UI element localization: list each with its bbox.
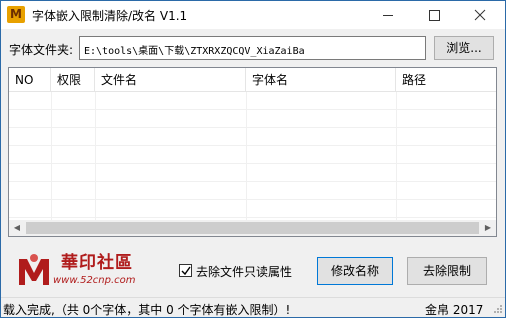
resize-grip-icon[interactable] <box>493 304 503 314</box>
folder-label: 字体文件夹: <box>9 43 74 57</box>
logo-name: 華印社區 <box>61 253 133 273</box>
column-header-fontname[interactable]: 字体名 <box>246 68 396 92</box>
column-header-no[interactable]: NO <box>9 68 51 92</box>
close-icon <box>474 9 486 21</box>
logo-url: www.52cnp.com <box>53 275 136 286</box>
clear-restriction-button[interactable]: 去除限制 <box>407 257 487 285</box>
minimize-button[interactable] <box>365 1 411 29</box>
browse-button[interactable]: 浏览... <box>434 36 494 60</box>
column-header-path[interactable]: 路径 <box>396 68 496 92</box>
window-title: 字体嵌入限制清除/改名 V1.1 <box>32 9 188 23</box>
column-header-permission[interactable]: 权限 <box>51 68 95 92</box>
app-logo-icon: M <box>7 6 25 23</box>
main-window: M 字体嵌入限制清除/改名 V1.1 字体文件夹: E:\tools\桌面\下载… <box>0 0 506 318</box>
column-header-filename[interactable]: 文件名 <box>95 68 246 92</box>
folder-path-input[interactable]: E:\tools\桌面\下载\ZTXRXZQCQV_XiaZaiBa <box>79 36 426 60</box>
scroll-right-icon[interactable]: ▶ <box>480 220 496 236</box>
rename-button[interactable]: 修改名称 <box>317 257 393 285</box>
horizontal-scrollbar[interactable]: ◀ ▶ <box>9 220 496 236</box>
font-list[interactable]: NO 权限 文件名 字体名 路径 ◀ ▶ <box>8 67 497 237</box>
status-bar: 载入完成,（共 0个字体，其中 0 个字体有嵌入限制）! 金帛 2017 <box>1 297 505 317</box>
copyright-text: 金帛 2017 <box>425 303 484 317</box>
remove-readonly-label[interactable]: 去除文件只读属性 <box>196 263 292 280</box>
maximize-button[interactable] <box>411 1 457 29</box>
scrollbar-thumb[interactable] <box>26 222 479 234</box>
scroll-left-icon[interactable]: ◀ <box>9 220 25 236</box>
remove-readonly-checkbox[interactable] <box>179 264 192 277</box>
title-bar[interactable]: M 字体嵌入限制清除/改名 V1.1 <box>1 1 505 29</box>
list-header: NO 权限 文件名 字体名 路径 <box>9 68 496 92</box>
list-body <box>9 92 496 220</box>
status-message: 载入完成,（共 0个字体，其中 0 个字体有嵌入限制）! <box>3 303 291 317</box>
close-button[interactable] <box>457 1 503 29</box>
checkmark-icon <box>181 266 191 276</box>
